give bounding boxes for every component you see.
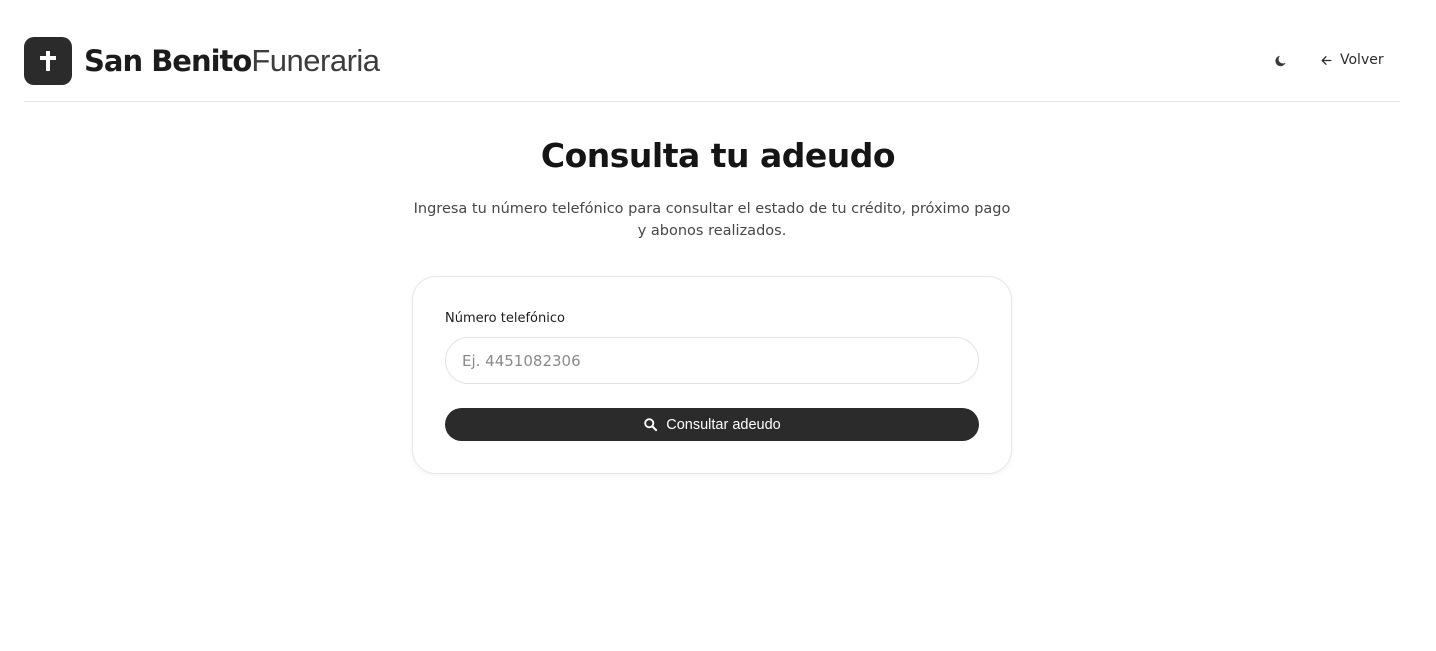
consult-debt-button-label: Consultar adeudo: [666, 416, 781, 433]
top-header: San BenitoFuneraria Volver: [24, 0, 1400, 102]
phone-input[interactable]: [445, 337, 979, 384]
debt-lookup-card: Número telefónico Consultar adeudo: [412, 276, 1012, 474]
brand-name: San BenitoFuneraria: [84, 37, 380, 85]
brand-name-light: Funeraria: [251, 43, 380, 78]
back-button-label: Volver: [1340, 52, 1384, 68]
theme-toggle-button[interactable]: [1266, 46, 1296, 76]
search-icon: [643, 417, 658, 432]
brand-logo: [24, 37, 72, 85]
phone-field-label: Número telefónico: [445, 311, 565, 326]
back-button[interactable]: Volver: [1314, 44, 1390, 76]
page-title: Consulta tu adeudo: [540, 136, 896, 175]
page-description: Ingresa tu número telefónico para consul…: [413, 201, 1011, 239]
arrow-left-icon: [1321, 55, 1332, 65]
cross-icon: [40, 51, 56, 71]
consult-debt-button[interactable]: Consultar adeudo: [445, 408, 979, 441]
brand[interactable]: San BenitoFuneraria: [24, 37, 380, 85]
brand-name-strong: San Benito: [84, 44, 252, 78]
moon-icon: [1275, 55, 1286, 67]
